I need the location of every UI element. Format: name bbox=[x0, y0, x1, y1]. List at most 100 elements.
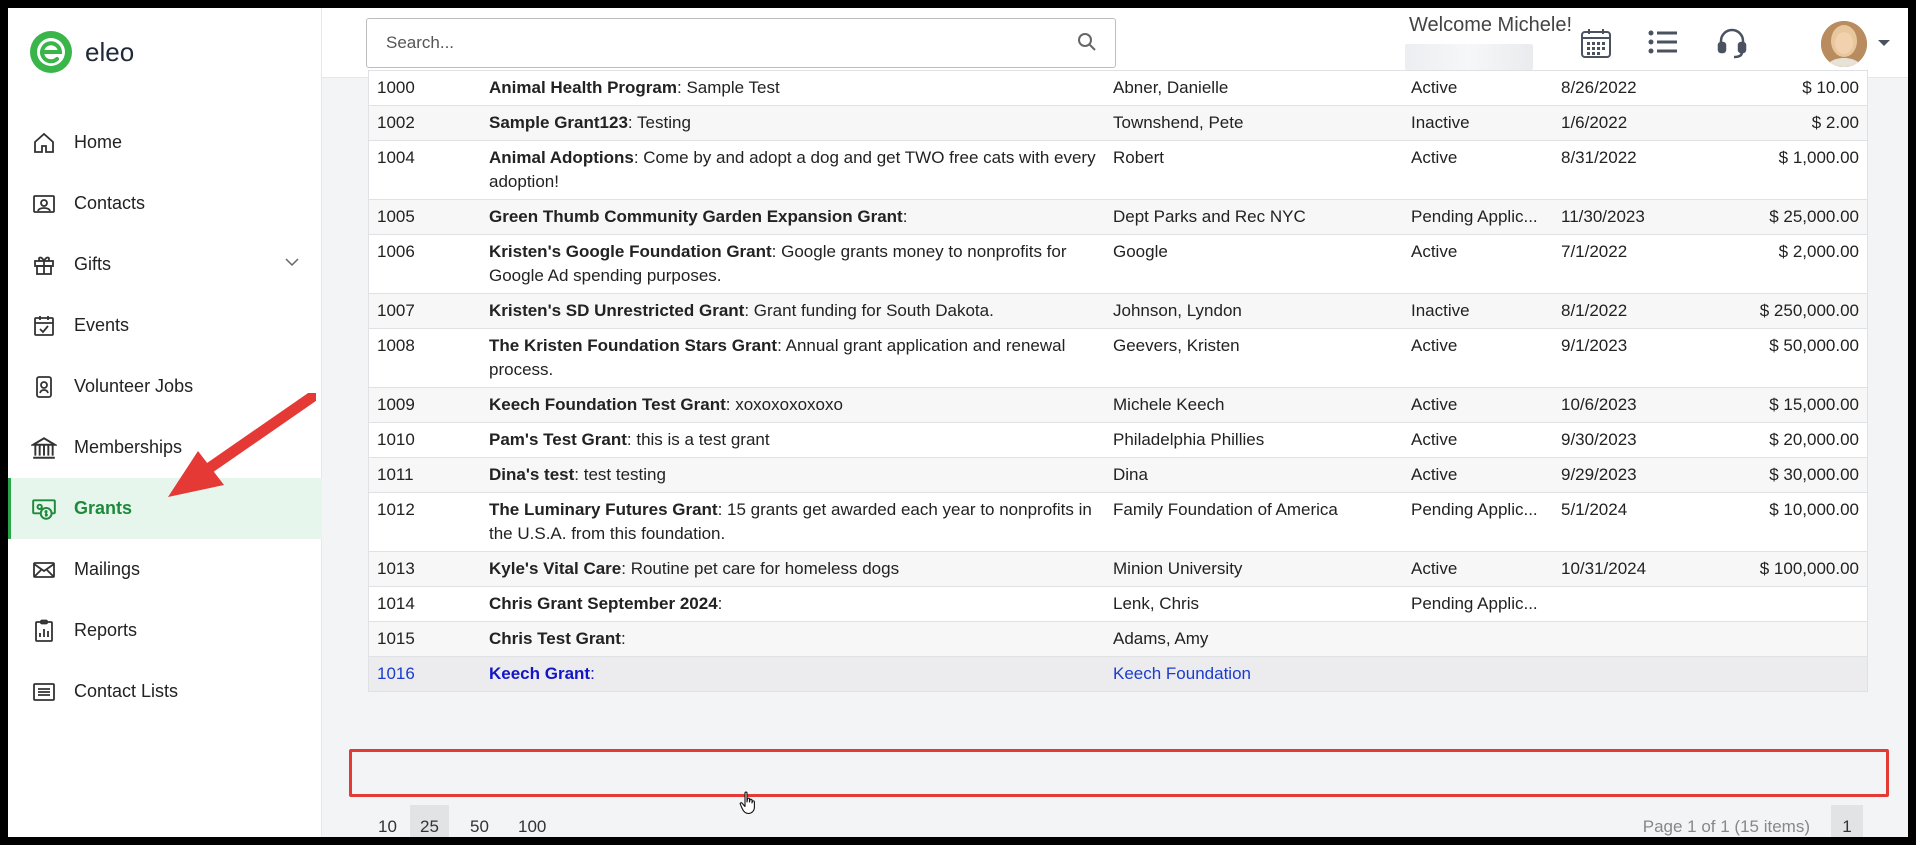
grant-amount: $ 30,000.00 bbox=[1769, 465, 1859, 484]
grant-contact: Adams, Amy bbox=[1113, 629, 1209, 648]
table-row[interactable]: 1009 Keech Foundation Test Grant: xoxoxo… bbox=[368, 388, 1868, 423]
grant-amount: $ 15,000.00 bbox=[1769, 395, 1859, 414]
sidebar-item-memberships[interactable]: Memberships bbox=[8, 417, 322, 478]
table-row[interactable]: 1011 Dina's test: test testing Dina Acti… bbox=[368, 458, 1868, 493]
sidebar-item-mailings[interactable]: Mailings bbox=[8, 539, 322, 600]
grant-description: xoxoxoxoxoxo bbox=[735, 395, 843, 414]
table-row[interactable]: 1004 Animal Adoptions: Come by and adopt… bbox=[368, 141, 1868, 200]
table-row[interactable]: 1014 Chris Grant September 2024: Lenk, C… bbox=[368, 587, 1868, 622]
grant-contact: Michele Keech bbox=[1113, 395, 1225, 414]
grant-name: Keech Foundation Test Grant bbox=[489, 395, 726, 414]
grant-contact: Robert bbox=[1113, 148, 1165, 167]
table-row[interactable]: 1002 Sample Grant123: Testing Townshend,… bbox=[368, 106, 1868, 141]
grant-name-cell: Chris Grant September 2024: bbox=[489, 594, 723, 613]
grant-description: test testing bbox=[583, 465, 666, 484]
page-number-button[interactable]: 1 bbox=[1831, 805, 1863, 837]
grant-name: Kristen's Google Foundation Grant bbox=[489, 242, 772, 261]
grant-date: 10/31/2024 bbox=[1561, 559, 1647, 578]
grant-contact: Lenk, Chris bbox=[1113, 594, 1199, 613]
sidebar-item-grants[interactable]: Grants bbox=[8, 478, 322, 539]
chevron-down-icon[interactable] bbox=[1877, 35, 1891, 53]
grant-date: 1/6/2022 bbox=[1561, 113, 1628, 132]
chevron-down-icon[interactable] bbox=[284, 254, 300, 275]
search-input[interactable] bbox=[367, 19, 1067, 67]
grant-amount bbox=[1693, 622, 1867, 656]
table-row[interactable]: 1006 Kristen's Google Foundation Grant: … bbox=[368, 235, 1868, 294]
logo[interactable]: eleo bbox=[29, 30, 134, 74]
table-row[interactable]: 1012 The Luminary Futures Grant: 15 gran… bbox=[368, 493, 1868, 552]
grant-status: Active bbox=[1411, 148, 1458, 167]
grant-id: 1011 bbox=[377, 465, 414, 484]
search-icon[interactable] bbox=[1077, 32, 1097, 57]
sidebar-item-home[interactable]: Home bbox=[8, 112, 322, 173]
grant-name: Kyle's Vital Care bbox=[489, 559, 622, 578]
grant-date bbox=[1553, 622, 1693, 656]
grant-id: 1010 bbox=[377, 430, 415, 449]
headset-icon[interactable] bbox=[1716, 26, 1748, 65]
sidebar-item-gifts[interactable]: Gifts bbox=[8, 234, 322, 295]
calendar-grid-icon[interactable] bbox=[1579, 26, 1613, 65]
grant-date bbox=[1553, 657, 1693, 691]
grant-date: 8/31/2022 bbox=[1561, 148, 1637, 167]
row-highlight-box bbox=[349, 749, 1889, 797]
page-size-25[interactable]: 25 bbox=[410, 805, 449, 837]
grant-contact: Family Foundation of America bbox=[1113, 500, 1338, 519]
table-row[interactable]: 1005 Green Thumb Community Garden Expans… bbox=[368, 200, 1868, 235]
grant-id: 1005 bbox=[377, 207, 415, 226]
sidebar-item-volunteer-jobs[interactable]: Volunteer Jobs bbox=[8, 356, 322, 417]
grant-contact: Abner, Danielle bbox=[1113, 78, 1229, 97]
sidebar-item-label: Home bbox=[74, 132, 123, 152]
grants-table: 1000 Animal Health Program: Sample Test … bbox=[368, 70, 1868, 692]
grant-contact: Keech Foundation bbox=[1113, 664, 1251, 683]
grant-name-cell: Kristen's SD Unrestricted Grant: Grant f… bbox=[489, 301, 994, 320]
app-frame: eleo Home Contacts Gifts Events Voluntee… bbox=[8, 8, 1908, 837]
grant-date: 8/26/2022 bbox=[1561, 78, 1637, 97]
table-row[interactable]: 1015 Chris Test Grant: Adams, Amy bbox=[368, 622, 1868, 657]
table-row[interactable]: 1010 Pam's Test Grant: this is a test gr… bbox=[368, 423, 1868, 458]
grant-id: 1014 bbox=[377, 594, 415, 613]
grant-status: Active bbox=[1411, 78, 1458, 97]
grant-contact: Johnson, Lyndon bbox=[1113, 301, 1242, 320]
grant-status: Active bbox=[1411, 242, 1458, 261]
sidebar-item-contact-lists[interactable]: Contact Lists bbox=[8, 661, 322, 722]
grant-contact: Geevers, Kristen bbox=[1113, 336, 1240, 355]
grant-contact: Philadelphia Phillies bbox=[1113, 430, 1265, 449]
grant-name-cell: Keech Grant: bbox=[489, 664, 595, 683]
envelope-icon bbox=[30, 556, 58, 584]
grant-amount: $ 20,000.00 bbox=[1769, 430, 1859, 449]
pager-info: Page 1 of 1 (15 items) bbox=[1642, 817, 1810, 836]
sidebar-item-reports[interactable]: Reports bbox=[8, 600, 322, 661]
grant-name-cell: Animal Health Program: Sample Test bbox=[489, 78, 780, 97]
grant-name-cell: Keech Foundation Test Grant: xoxoxoxoxox… bbox=[489, 395, 843, 414]
page-size-50[interactable]: 50 bbox=[460, 805, 499, 837]
user-avatar[interactable] bbox=[1821, 21, 1867, 67]
table-row[interactable]: 1000 Animal Health Program: Sample Test … bbox=[368, 70, 1868, 106]
grant-amount: $ 10.00 bbox=[1802, 78, 1859, 97]
grant-status: Pending Applic... bbox=[1411, 594, 1538, 613]
grant-contact: Google bbox=[1113, 242, 1168, 261]
table-row[interactable]: 1013 Kyle's Vital Care: Routine pet care… bbox=[368, 552, 1868, 587]
table-row-hovered[interactable]: 1016 Keech Grant: Keech Foundation bbox=[368, 657, 1868, 692]
grant-date: 9/29/2023 bbox=[1561, 465, 1637, 484]
sidebar-item-label: Events bbox=[74, 315, 130, 335]
grant-money-icon bbox=[30, 495, 58, 523]
grant-name-cell: Sample Grant123: Testing bbox=[489, 113, 691, 132]
grant-name: Chris Grant September 2024 bbox=[489, 594, 718, 613]
grant-name-cell: Chris Test Grant: bbox=[489, 629, 626, 648]
table-row[interactable]: 1007 Kristen's SD Unrestricted Grant: Gr… bbox=[368, 294, 1868, 329]
contact-card-icon bbox=[30, 190, 58, 218]
grant-status bbox=[1403, 657, 1553, 691]
page-size-10[interactable]: 10 bbox=[368, 805, 407, 837]
sidebar-item-contacts[interactable]: Contacts bbox=[8, 173, 322, 234]
welcome-text: Welcome Michele! bbox=[1409, 14, 1573, 36]
sidebar-item-events[interactable]: Events bbox=[8, 295, 322, 356]
grant-id: 1000 bbox=[377, 78, 415, 97]
task-list-icon[interactable] bbox=[1647, 28, 1679, 61]
table-row[interactable]: 1008 The Kristen Foundation Stars Grant:… bbox=[368, 329, 1868, 388]
grant-date bbox=[1553, 587, 1693, 621]
grant-name-cell: Pam's Test Grant: this is a test grant bbox=[489, 430, 770, 449]
volunteer-badge-icon bbox=[30, 373, 58, 401]
grant-name-cell: The Luminary Futures Grant: 15 grants ge… bbox=[489, 500, 1092, 543]
page-size-100[interactable]: 100 bbox=[508, 805, 556, 837]
grant-description: Routine pet care for homeless dogs bbox=[630, 559, 900, 578]
